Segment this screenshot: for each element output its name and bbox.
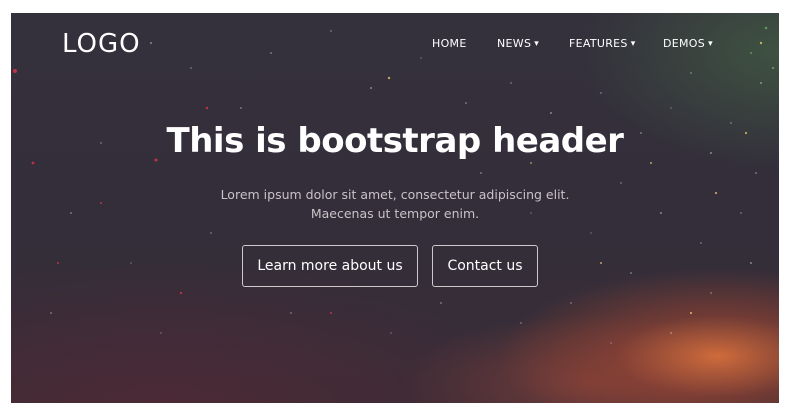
learn-more-button[interactable]: Learn more about us — [242, 245, 418, 287]
hero-title: This is bootstrap header — [166, 121, 624, 161]
nav-news[interactable]: NEWS ▾ — [497, 37, 539, 50]
contact-us-button[interactable]: Contact us — [432, 245, 538, 287]
nav-demos[interactable]: DEMOS ▾ — [663, 37, 713, 50]
hero-subtitle: Lorem ipsum dolor sit amet, consectetur … — [11, 185, 779, 223]
nav-features-label: FEATURES — [569, 37, 628, 50]
navbar: LOGO HOME NEWS ▾ FEATURES ▾ DEMOS ▾ — [11, 13, 779, 77]
nav-features[interactable]: FEATURES ▾ — [569, 37, 636, 50]
chevron-down-icon: ▾ — [534, 39, 540, 49]
nav-home[interactable]: HOME — [432, 37, 467, 50]
hero-subtitle-line-1: Lorem ipsum dolor sit amet, consectetur … — [220, 187, 570, 202]
nav-demos-label: DEMOS — [663, 37, 706, 50]
logo[interactable]: LOGO — [62, 29, 141, 59]
hero-section: LOGO HOME NEWS ▾ FEATURES ▾ DEMOS ▾ This is… — [11, 13, 779, 403]
hero-subtitle-line-2: Maecenas ut tempor enim. — [310, 206, 480, 221]
chevron-down-icon: ▾ — [630, 39, 636, 49]
chevron-down-icon: ▾ — [708, 39, 713, 49]
nav-home-label: HOME — [432, 37, 467, 50]
nav-news-label: NEWS — [497, 37, 532, 50]
